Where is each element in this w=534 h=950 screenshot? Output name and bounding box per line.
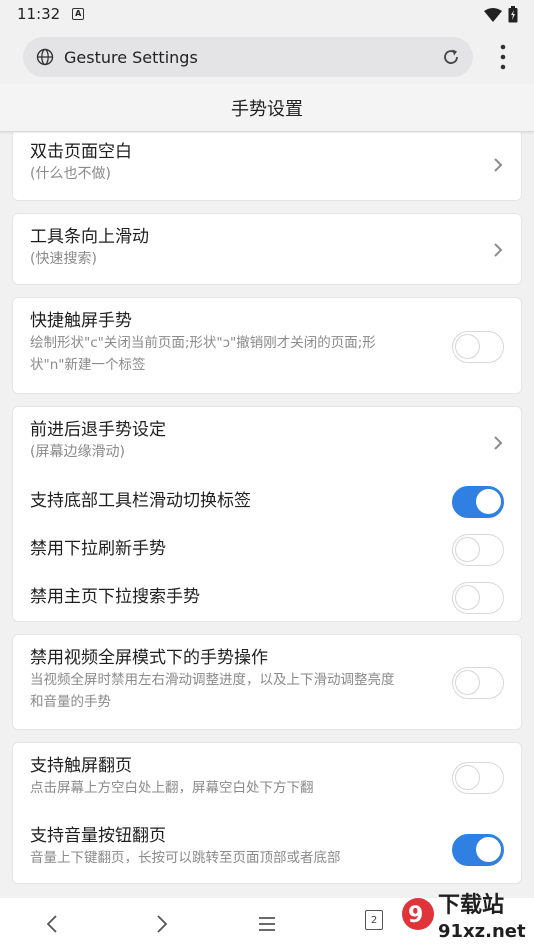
bottom-toolbar-swipe-toggle[interactable]: [452, 486, 504, 518]
notification-a-icon: A: [72, 8, 85, 20]
quick-gesture-toggle[interactable]: [452, 331, 504, 363]
setting-subtitle-line2: 和音量的手势: [30, 694, 111, 710]
card-double-tap: 双击页面空白 (什么也不做): [12, 128, 522, 201]
setting-title: 支持底部工具栏滑动切换标签: [30, 491, 251, 511]
setting-subtitle: (屏幕边缘滑动): [30, 444, 125, 460]
setting-title: 禁用视频全屏模式下的手势操作: [30, 648, 268, 668]
status-time: 11:32: [17, 5, 61, 23]
setting-subtitle-line2: 状"n"新建一个标签: [30, 357, 146, 373]
site-watermark-logo: 9 下载站 91xz.net: [402, 892, 526, 942]
address-bar[interactable]: Gesture Settings: [23, 37, 473, 77]
setting-toolbar-swipe-up[interactable]: 工具条向上滑动 (快速搜索): [30, 226, 504, 270]
card-video-fullscreen: 禁用视频全屏模式下的手势操作 当视频全屏时禁用左右滑动调整进度，以及上下滑动调整…: [12, 634, 522, 730]
menu-icon[interactable]: [255, 912, 279, 936]
setting-subtitle-line1: 绘制形状"c"关闭当前页面;形状"ɔ"撤销刚才关闭的页面;形: [30, 335, 376, 351]
setting-title: 前进后退手势设定: [30, 420, 166, 440]
back-icon[interactable]: [41, 912, 65, 936]
setting-quick-touch-gesture: 快捷触屏手势 绘制形状"c"关闭当前页面;形状"ɔ"撤销刚才关闭的页面;形 状"…: [30, 310, 441, 376]
setting-disable-home-pull-search: 禁用主页下拉搜索手势: [30, 586, 504, 608]
toggle-knob: [455, 334, 480, 359]
toggle-knob: [455, 765, 480, 790]
setting-title: 快捷触屏手势: [30, 311, 132, 331]
setting-volume-key-page-turn: 支持音量按钮翻页 音量上下键翻页，长按可以跳转至页面顶部或者底部: [30, 825, 441, 869]
disable-video-gestures-toggle[interactable]: [452, 667, 504, 699]
toggle-knob: [476, 837, 501, 862]
setting-disable-pull-refresh: 禁用下拉刷新手势: [30, 538, 504, 560]
page-title: 手势设置: [0, 84, 534, 132]
touch-page-turn-toggle[interactable]: [452, 762, 504, 794]
setting-back-forward-gesture[interactable]: 前进后退手势设定 (屏幕边缘滑动): [30, 419, 504, 463]
url-text: Gesture Settings: [64, 47, 198, 67]
setting-title: 禁用主页下拉搜索手势: [30, 587, 200, 607]
card-toolbar-swipe: 工具条向上滑动 (快速搜索): [12, 213, 522, 285]
chevron-right-icon[interactable]: [493, 242, 503, 258]
setting-subtitle: (什么也不做): [30, 166, 111, 182]
setting-disable-video-gestures: 禁用视频全屏模式下的手势操作 当视频全屏时禁用左右滑动调整进度，以及上下滑动调整…: [30, 647, 441, 713]
setting-subtitle: (快速搜索): [30, 251, 97, 267]
toggle-knob: [455, 537, 480, 562]
setting-subtitle: 音量上下键翻页，长按可以跳转至页面顶部或者底部: [30, 850, 341, 866]
battery-icon: [508, 6, 518, 23]
chevron-right-icon[interactable]: [493, 435, 503, 451]
card-navigation-gestures: 前进后退手势设定 (屏幕边缘滑动) 支持底部工具栏滑动切换标签 禁用下拉刷新手势…: [12, 406, 522, 622]
status-bar: 11:32 A: [0, 0, 534, 28]
setting-subtitle: 点击屏幕上方空白处上翻，屏幕空白处下方下翻: [30, 780, 314, 796]
watermark-title: 下载站: [438, 892, 504, 918]
disable-pull-refresh-toggle[interactable]: [452, 534, 504, 566]
card-quick-gesture: 快捷触屏手势 绘制形状"c"关闭当前页面;形状"ɔ"撤销刚才关闭的页面;形 状"…: [12, 297, 522, 394]
setting-title: 支持触屏翻页: [30, 756, 132, 776]
setting-touch-page-turn: 支持触屏翻页 点击屏幕上方空白处上翻，屏幕空白处下方下翻: [30, 755, 441, 799]
chevron-right-icon[interactable]: [493, 157, 503, 173]
overflow-menu-icon[interactable]: [500, 44, 506, 70]
forward-icon[interactable]: [149, 912, 173, 936]
reload-icon[interactable]: [441, 47, 461, 67]
watermark-url: 91xz.net: [438, 921, 526, 942]
setting-title: 禁用下拉刷新手势: [30, 539, 166, 559]
setting-bottom-toolbar-swipe-tabs: 支持底部工具栏滑动切换标签: [30, 490, 504, 512]
status-icons: [484, 6, 518, 23]
setting-title: 工具条向上滑动: [30, 227, 149, 247]
volume-key-page-turn-toggle[interactable]: [452, 834, 504, 866]
setting-double-tap[interactable]: 双击页面空白 (什么也不做): [30, 141, 504, 185]
tab-count-button[interactable]: 2: [365, 910, 383, 930]
card-page-turning: 支持触屏翻页 点击屏幕上方空白处上翻，屏幕空白处下方下翻 支持音量按钮翻页 音量…: [12, 742, 522, 884]
setting-title: 支持音量按钮翻页: [30, 826, 166, 846]
browser-toolbar: Gesture Settings: [0, 28, 534, 86]
wifi-icon: [484, 7, 502, 22]
globe-icon: [36, 48, 54, 66]
toggle-knob: [455, 585, 480, 610]
setting-title: 双击页面空白: [30, 142, 132, 162]
setting-subtitle-line1: 当视频全屏时禁用左右滑动调整进度，以及上下滑动调整亮度: [30, 672, 395, 688]
disable-home-pull-search-toggle[interactable]: [452, 582, 504, 614]
svg-text:9: 9: [408, 903, 423, 928]
toggle-knob: [455, 670, 480, 695]
toggle-knob: [476, 489, 501, 514]
